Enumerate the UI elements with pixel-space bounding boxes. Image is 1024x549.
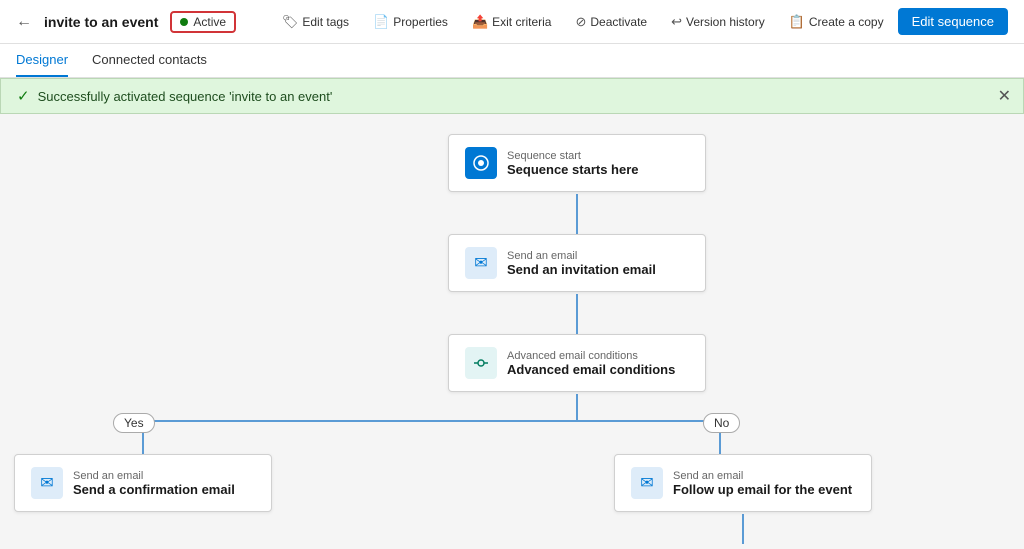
advanced-conditions-1-title: Advanced email conditions — [507, 362, 675, 377]
active-label: Active — [193, 15, 226, 29]
send-invitation-node[interactable]: ✉ Send an email Send an invitation email — [448, 234, 706, 292]
document-icon: 📄 — [373, 14, 389, 30]
version-history-label: Version history — [686, 15, 765, 29]
active-badge: Active — [170, 11, 236, 33]
canvas: Sequence start Sequence starts here ✉ Se… — [0, 114, 1024, 544]
deactivate-label: Deactivate — [590, 15, 647, 29]
tag-icon: 🏷 — [282, 14, 299, 30]
banner-message: Successfully activated sequence 'invite … — [38, 89, 333, 104]
branch-no-label: No — [703, 413, 740, 433]
send-followup-title: Follow up email for the event — [673, 482, 852, 497]
send-invitation-title: Send an invitation email — [507, 262, 656, 277]
advanced-conditions-1-node[interactable]: Advanced email conditions Advanced email… — [448, 334, 706, 392]
edit-tags-label: Edit tags — [302, 15, 349, 29]
sequence-start-node[interactable]: Sequence start Sequence starts here — [448, 134, 706, 192]
page-title: invite to an event — [44, 14, 158, 30]
create-copy-button[interactable]: 📋 Create a copy — [779, 10, 894, 34]
tab-connected-contacts[interactable]: Connected contacts — [92, 44, 207, 77]
sequence-start-icon — [465, 147, 497, 179]
header: ← invite to an event Active 🏷 Edit tags … — [0, 0, 1024, 44]
email-3-icon: ✉ — [631, 467, 663, 499]
send-confirmation-node[interactable]: ✉ Send an email Send a confirmation emai… — [14, 454, 272, 512]
tab-designer[interactable]: Designer — [16, 44, 68, 77]
header-actions: 🏷 Edit tags 📄 Properties 📤 Exit criteria… — [272, 8, 1008, 35]
success-banner: ✓ Successfully activated sequence 'invit… — [0, 78, 1024, 114]
send-followup-label: Send an email — [673, 470, 852, 482]
deactivate-icon: ⊘ — [575, 14, 586, 30]
sequence-start-label: Sequence start — [507, 150, 639, 162]
version-history-button[interactable]: ↩ Version history — [661, 10, 775, 34]
back-button[interactable]: ← — [16, 13, 32, 31]
exit-icon: 📤 — [472, 14, 488, 30]
subnav: Designer Connected contacts — [0, 44, 1024, 78]
email-1-icon: ✉ — [465, 247, 497, 279]
edit-sequence-button[interactable]: Edit sequence — [898, 8, 1008, 35]
deactivate-button[interactable]: ⊘ Deactivate — [565, 10, 657, 34]
send-followup-node[interactable]: ✉ Send an email Follow up email for the … — [614, 454, 872, 512]
branch-yes-label: Yes — [113, 413, 155, 433]
email-2-icon: ✉ — [31, 467, 63, 499]
send-confirmation-title: Send a confirmation email — [73, 482, 235, 497]
edit-tags-button[interactable]: 🏷 Edit tags — [272, 10, 359, 34]
check-icon: ✓ — [17, 87, 30, 105]
create-copy-label: Create a copy — [809, 15, 884, 29]
close-banner-button[interactable]: ✕ — [998, 86, 1011, 106]
send-invitation-label: Send an email — [507, 250, 656, 262]
send-confirmation-label: Send an email — [73, 470, 235, 482]
exit-criteria-button[interactable]: 📤 Exit criteria — [462, 10, 562, 34]
history-icon: ↩ — [671, 14, 682, 30]
advanced-conditions-1-label: Advanced email conditions — [507, 350, 675, 362]
copy-icon: 📋 — [789, 14, 805, 30]
sequence-start-title: Sequence starts here — [507, 162, 639, 177]
exit-criteria-label: Exit criteria — [492, 15, 551, 29]
properties-label: Properties — [393, 15, 448, 29]
properties-button[interactable]: 📄 Properties — [363, 10, 458, 34]
active-dot — [180, 18, 188, 26]
flow-container: Sequence start Sequence starts here ✉ Se… — [0, 114, 1024, 544]
conditions-1-icon — [465, 347, 497, 379]
